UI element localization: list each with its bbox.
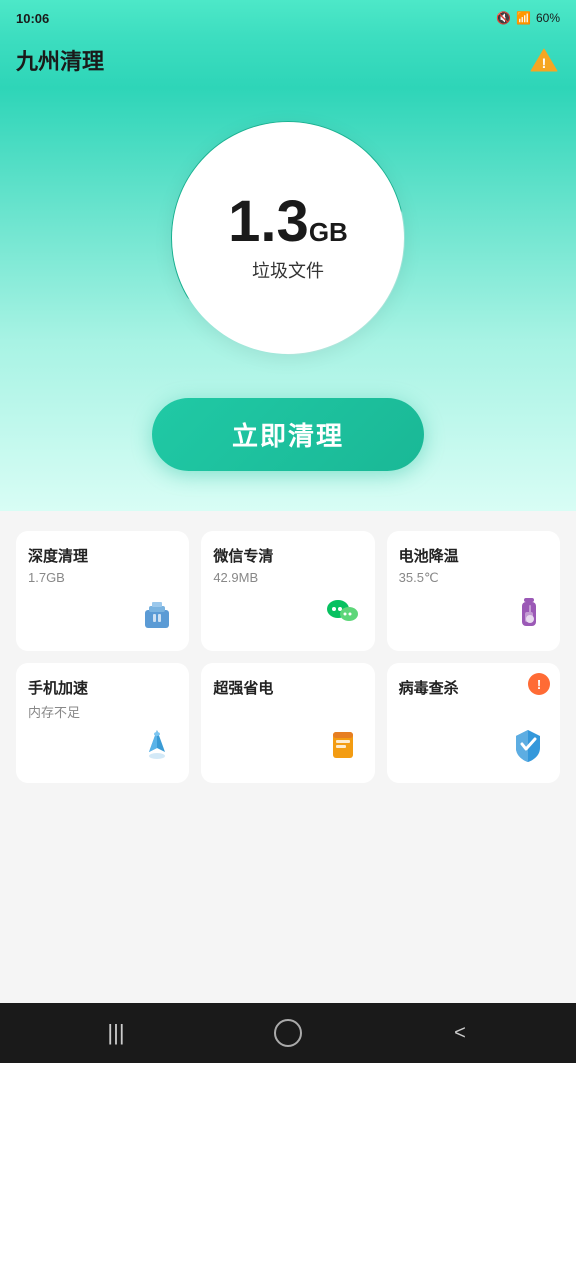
recent-apps-icon: ||| bbox=[107, 1020, 124, 1046]
virus-badge: ! bbox=[528, 673, 550, 695]
warning-button[interactable]: ! bbox=[528, 44, 560, 76]
mute-icon: 🔇 bbox=[496, 11, 511, 25]
cards-grid: 深度清理 1.7GB 微信专清 42.9MB bbox=[16, 531, 560, 783]
card-battery-title: 电池降温 bbox=[399, 545, 548, 566]
status-bar: 10:06 🔇 📶 60% bbox=[0, 0, 576, 36]
card-power-icon bbox=[213, 724, 362, 769]
card-virus-title: 病毒查杀 bbox=[399, 677, 548, 698]
app-title: 九州清理 bbox=[16, 44, 104, 76]
card-virus-icon bbox=[399, 724, 548, 769]
gauge-value: 1.3GB bbox=[228, 193, 348, 251]
back-icon: < bbox=[454, 1022, 466, 1045]
card-power-title: 超强省电 bbox=[213, 677, 362, 698]
card-boost-title: 手机加速 bbox=[28, 677, 177, 698]
card-battery-subtitle: 35.5℃ bbox=[399, 570, 548, 586]
card-battery-cool[interactable]: 电池降温 35.5℃ bbox=[387, 531, 560, 651]
main-section: 1.3GB 垃圾文件 立即清理 bbox=[0, 88, 576, 511]
home-icon bbox=[274, 1019, 302, 1047]
card-wechat-icon bbox=[213, 592, 362, 637]
card-deep-clean[interactable]: 深度清理 1.7GB bbox=[16, 531, 189, 651]
card-virus-scan[interactable]: ! 病毒查杀 bbox=[387, 663, 560, 783]
card-wechat-subtitle: 42.9MB bbox=[213, 570, 362, 585]
status-icons: 🔇 📶 60% bbox=[496, 11, 560, 25]
card-wechat-clean[interactable]: 微信专清 42.9MB bbox=[201, 531, 374, 651]
nav-home[interactable] bbox=[263, 1013, 313, 1053]
app-header: 九州清理 ! bbox=[0, 36, 576, 88]
card-power-save[interactable]: 超强省电 bbox=[201, 663, 374, 783]
gauge-container: 1.3GB 垃圾文件 bbox=[158, 108, 418, 368]
svg-text:!: ! bbox=[542, 55, 547, 71]
clean-now-button[interactable]: 立即清理 bbox=[152, 398, 424, 471]
gauge-label: 垃圾文件 bbox=[228, 257, 348, 283]
battery-level: 60% bbox=[536, 11, 560, 25]
card-deep-clean-title: 深度清理 bbox=[28, 545, 177, 566]
card-boost-icon bbox=[28, 724, 177, 769]
card-boost-subtitle: 内存不足 bbox=[28, 702, 177, 721]
card-deep-clean-subtitle: 1.7GB bbox=[28, 570, 177, 585]
card-wechat-title: 微信专清 bbox=[213, 545, 362, 566]
content-spacer bbox=[0, 803, 576, 1003]
status-time: 10:06 bbox=[16, 11, 49, 26]
card-phone-boost[interactable]: 手机加速 内存不足 bbox=[16, 663, 189, 783]
nav-back[interactable]: < bbox=[435, 1013, 485, 1053]
bottom-nav: ||| < bbox=[0, 1003, 576, 1063]
cards-section: 深度清理 1.7GB 微信专清 42.9MB bbox=[0, 511, 576, 803]
gauge-display: 1.3GB 垃圾文件 bbox=[228, 193, 348, 283]
wifi-icon: 📶 bbox=[516, 11, 531, 25]
card-battery-icon bbox=[399, 592, 548, 637]
card-deep-clean-icon bbox=[28, 592, 177, 637]
nav-recent-apps[interactable]: ||| bbox=[91, 1013, 141, 1053]
